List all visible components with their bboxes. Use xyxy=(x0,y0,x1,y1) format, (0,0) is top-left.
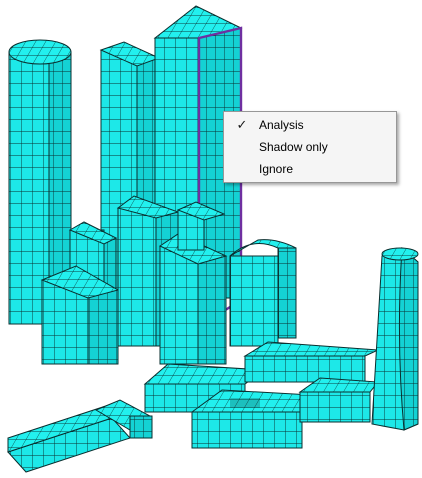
menu-item-analysis[interactable]: ✓ Analysis xyxy=(226,114,394,136)
long-slab[interactable] xyxy=(7,399,153,473)
checkmark-icon: ✓ xyxy=(236,117,248,132)
menu-item-ignore[interactable]: Ignore xyxy=(226,158,394,180)
podium-block-3[interactable] xyxy=(298,377,379,423)
podium-block-2[interactable] xyxy=(243,341,379,383)
3d-model-viewport[interactable] xyxy=(0,0,422,478)
front-center-tower[interactable] xyxy=(158,233,228,365)
menu-item-label: Ignore xyxy=(259,162,294,176)
curved-roof-building[interactable] xyxy=(229,239,297,347)
menu-item-shadow-only[interactable]: Shadow only xyxy=(226,136,394,158)
menu-item-label: Analysis xyxy=(259,118,304,132)
context-menu: ✓ Analysis Shadow only Ignore xyxy=(223,111,397,183)
menu-item-label: Shadow only xyxy=(259,140,328,154)
twisted-tower[interactable] xyxy=(371,246,419,431)
